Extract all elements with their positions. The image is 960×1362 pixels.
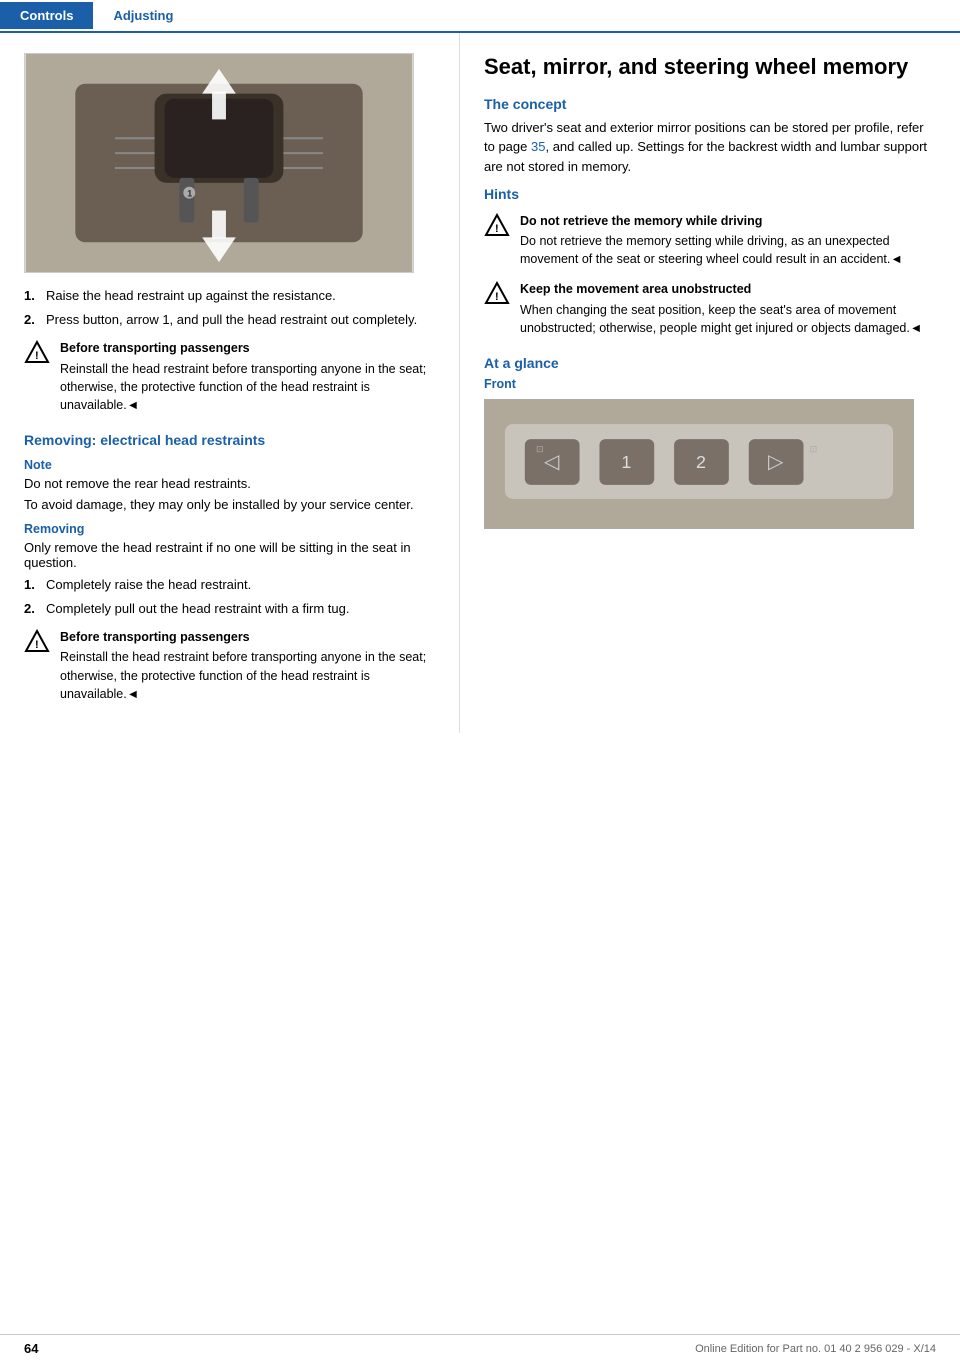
hint-block-1: ! Do not retrieve the memory while drivi… <box>484 210 936 270</box>
page-ref-link[interactable]: 35 <box>531 139 545 154</box>
warning-block-2: ! Before transporting passengers Reinsta… <box>24 626 435 705</box>
removing-title: Removing <box>24 522 435 536</box>
page-header: Controls Adjusting <box>0 0 960 32</box>
warning-block-1: ! Before transporting passengers Reinsta… <box>24 337 435 416</box>
tab-controls[interactable]: Controls <box>0 2 93 29</box>
memory-buttons-image: ◁ 1 2 ▷ ⊡ ⊡ <box>484 399 914 529</box>
svg-text:⊡: ⊡ <box>810 444 818 454</box>
page-footer: 64 Online Edition for Part no. 01 40 2 9… <box>0 1334 960 1362</box>
step-2: 2. Press button, arrow 1, and pull the h… <box>24 311 435 329</box>
hints-title: Hints <box>484 186 936 202</box>
note-text-1: Do not remove the rear head restraints. <box>24 476 435 491</box>
warning-icon-3: ! <box>484 213 514 268</box>
svg-text:2: 2 <box>696 452 706 472</box>
svg-text:1: 1 <box>187 189 192 199</box>
section-electrical-title: Removing: electrical head restraints <box>24 432 435 448</box>
svg-text:!: ! <box>35 639 39 651</box>
note-title: Note <box>24 458 435 472</box>
svg-text:!: ! <box>495 223 499 235</box>
copyright-text: Online Edition for Part no. 01 40 2 956 … <box>695 1343 936 1355</box>
svg-text:!: ! <box>495 291 499 303</box>
svg-text:◁: ◁ <box>544 451 560 473</box>
left-column: 1 1. Raise the head restraint up against… <box>0 33 460 733</box>
tab-adjusting[interactable]: Adjusting <box>93 2 193 29</box>
svg-text:▷: ▷ <box>768 451 784 473</box>
step-elec-2: 2. Completely pull out the head restrain… <box>24 600 435 618</box>
right-column: Seat, mirror, and steering wheel memory … <box>460 33 960 733</box>
svg-text:1: 1 <box>621 452 631 472</box>
step-elec-1: 1. Completely raise the head restraint. <box>24 576 435 594</box>
warning-icon-1: ! <box>24 340 54 414</box>
head-restraint-image: 1 <box>24 53 414 273</box>
concept-title: The concept <box>484 96 936 112</box>
step-1: 1. Raise the head restraint up against t… <box>24 287 435 305</box>
page-heading: Seat, mirror, and steering wheel memory <box>484 53 936 82</box>
hint-block-2: ! Keep the movement area unobstructed Wh… <box>484 278 936 338</box>
main-content: 1 1. Raise the head restraint up against… <box>0 33 960 733</box>
front-title: Front <box>484 377 936 391</box>
at-glance-title: At a glance <box>484 355 936 371</box>
svg-text:!: ! <box>35 350 39 362</box>
removing-text: Only remove the head restraint if no one… <box>24 540 435 570</box>
page-number: 64 <box>24 1341 38 1356</box>
note-text-2: To avoid damage, they may only be instal… <box>24 497 435 512</box>
concept-text: Two driver's seat and exterior mirror po… <box>484 118 936 177</box>
warning-icon-2: ! <box>24 629 54 703</box>
svg-text:⊡: ⊡ <box>536 444 544 454</box>
warning-icon-4: ! <box>484 281 514 336</box>
